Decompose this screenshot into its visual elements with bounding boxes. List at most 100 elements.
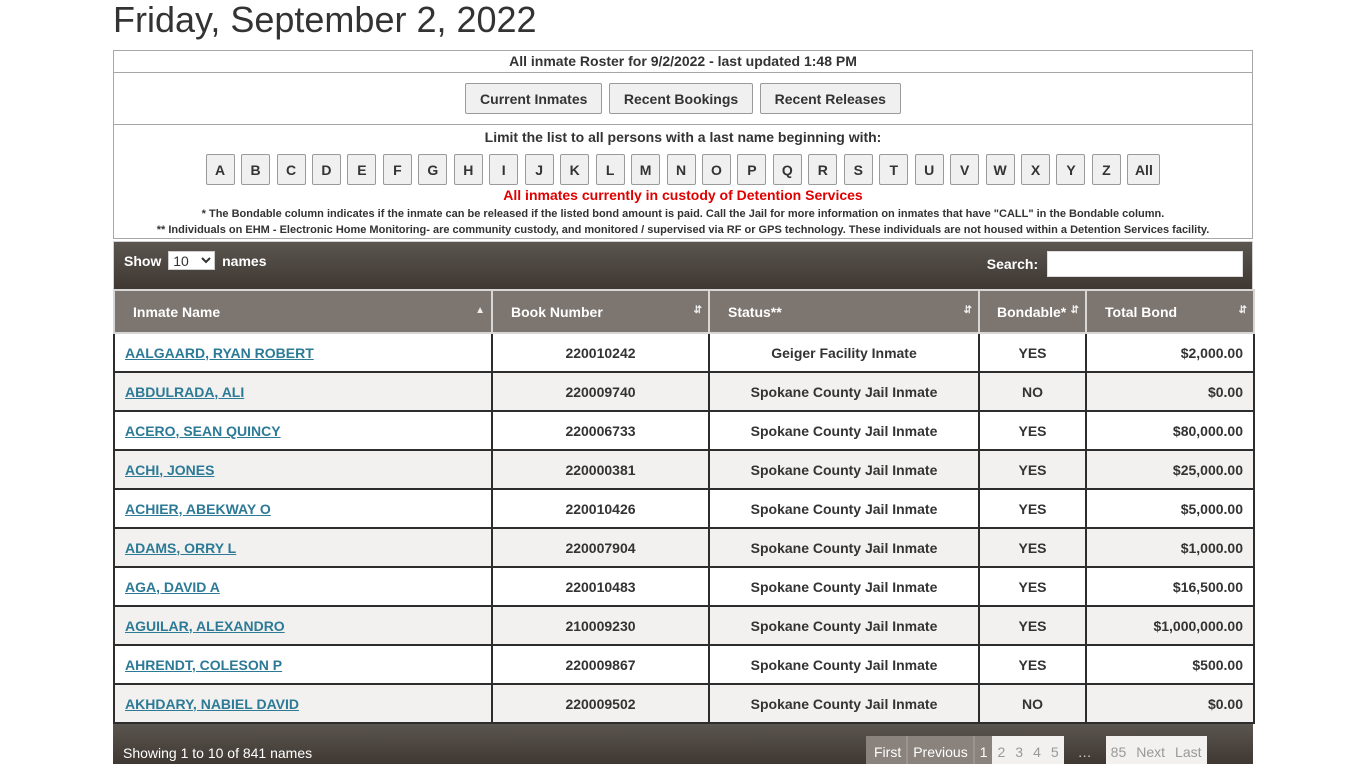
inmate-name-link[interactable]: AHRENDT, COLESON P: [125, 657, 282, 673]
table-row: ABDULRADA, ALI 220009740 Spokane County Ja…: [113, 371, 1255, 412]
pagination-ellipsis: …: [1077, 744, 1092, 760]
book-number-cell: 220009502: [491, 683, 710, 724]
page-button-85[interactable]: 85: [1105, 736, 1132, 764]
page-button-4[interactable]: 4: [1028, 736, 1046, 764]
first-page-button[interactable]: First: [866, 736, 909, 764]
sort-both-icon: ⇵: [1238, 305, 1247, 316]
limit-label: Limit the list to all persons with a las…: [484, 129, 882, 145]
current-inmates-button[interactable]: Current Inmates: [465, 83, 603, 114]
bondable-cell: YES: [978, 527, 1087, 568]
page-size-select[interactable]: 10: [168, 251, 216, 270]
letter-button-v[interactable]: V: [950, 154, 980, 185]
search-label: Search:: [986, 256, 1039, 272]
letter-button-i[interactable]: I: [489, 154, 519, 185]
inmate-name-cell: ACERO, SEAN QUINCY: [113, 410, 493, 451]
table-row: ACHIER, ABEKWAY O 220010426 Spokane County…: [113, 488, 1255, 529]
letter-button-o[interactable]: O: [701, 154, 731, 185]
table-row: AGUILAR, ALEXANDRO 210009230 Spokane Count…: [113, 605, 1255, 646]
inmate-name-cell: ACHIER, ABEKWAY O: [113, 488, 493, 529]
table-toolbar: Show 10 names Search:: [113, 241, 1253, 289]
table-row: AGA, DAVID A 220010483 Spokane County Jail…: [113, 566, 1255, 607]
total-bond-cell: $2,000.00: [1085, 332, 1255, 373]
next-page-button[interactable]: Next: [1131, 736, 1171, 764]
previous-page-button[interactable]: Previous: [908, 736, 975, 764]
recent-bookings-button[interactable]: Recent Bookings: [608, 83, 754, 114]
book-number-cell: 210009230: [491, 605, 710, 646]
table-row: ADAMS, ORRY L 220007904 Spokane County Jai…: [113, 527, 1255, 568]
page-button-5[interactable]: 5: [1045, 736, 1064, 764]
inmate-name-link[interactable]: ABDULRADA, ALI: [125, 384, 244, 400]
page-title: Friday, September 2, 2022: [113, 0, 537, 40]
bondable-cell: YES: [978, 644, 1087, 685]
bondable-cell: YES: [978, 332, 1087, 373]
inmate-name-link[interactable]: AALGAARD, RYAN ROBERT: [125, 345, 314, 361]
inmate-name-cell: ACHI, JONES: [113, 449, 493, 490]
letter-button-w[interactable]: W: [985, 154, 1015, 185]
inmate-name-link[interactable]: ADAMS, ORRY L: [125, 540, 236, 556]
letter-button-y[interactable]: Y: [1056, 154, 1086, 185]
status-cell: Spokane County Jail Inmate: [708, 410, 980, 451]
inmate-name-link[interactable]: AGUILAR, ALEXANDRO: [125, 618, 285, 634]
letter-button-b[interactable]: B: [241, 154, 271, 185]
table-row: AKHDARY, NABIEL DAVID 220009502 Spokane Co…: [113, 683, 1255, 724]
pagination: First Previous 1 2 3 4 5 … 85 Next Last: [866, 736, 1207, 764]
letter-button-n[interactable]: N: [666, 154, 696, 185]
letter-button-f[interactable]: F: [382, 154, 412, 185]
recent-releases-button[interactable]: Recent Releases: [759, 83, 901, 114]
inmate-name-link[interactable]: ACHI, JONES: [125, 462, 214, 478]
letter-button-all[interactable]: All: [1127, 154, 1161, 185]
column-header-total-bond[interactable]: Total Bond ⇵: [1085, 289, 1255, 334]
column-header-inmate-name[interactable]: Inmate Name ▲: [113, 289, 493, 334]
total-bond-cell: $500.00: [1085, 644, 1255, 685]
sort-both-icon: ⇵: [963, 305, 972, 316]
total-bond-cell: $25,000.00: [1085, 449, 1255, 490]
letter-button-r[interactable]: R: [808, 154, 838, 185]
letter-button-d[interactable]: D: [311, 154, 341, 185]
page-button-3[interactable]: 3: [1010, 736, 1029, 764]
letter-button-t[interactable]: T: [879, 154, 909, 185]
inmate-name-link[interactable]: ACERO, SEAN QUINCY: [125, 423, 281, 439]
inmate-name-link[interactable]: AKHDARY, NABIEL DAVID: [125, 696, 299, 712]
inmate-name-cell: ABDULRADA, ALI: [113, 371, 493, 412]
roster-table: Inmate Name ▲ Book Number ⇵ Status** ⇵ B…: [113, 289, 1255, 724]
letter-button-e[interactable]: E: [347, 154, 377, 185]
custody-note: All inmates currently in custody of Dete…: [503, 187, 863, 203]
letter-button-m[interactable]: M: [631, 154, 661, 185]
letter-button-s[interactable]: S: [843, 154, 873, 185]
inmate-name-link[interactable]: ACHIER, ABEKWAY O: [125, 501, 271, 517]
table-row: ACERO, SEAN QUINCY 220006733 Spokane Count…: [113, 410, 1255, 451]
total-bond-cell: $16,500.00: [1085, 566, 1255, 607]
letter-button-k[interactable]: K: [560, 154, 590, 185]
page-button-1[interactable]: 1: [974, 736, 993, 764]
book-number-cell: 220009867: [491, 644, 710, 685]
column-label: Book Number: [511, 303, 603, 320]
roster-header: All inmate Roster for 9/2/2022 - last up…: [114, 51, 1252, 73]
bondable-cell: YES: [978, 410, 1087, 451]
page-button-2[interactable]: 2: [992, 736, 1011, 764]
letter-button-p[interactable]: P: [737, 154, 767, 185]
column-header-status[interactable]: Status** ⇵: [708, 289, 980, 334]
letter-button-z[interactable]: Z: [1091, 154, 1121, 185]
letter-button-c[interactable]: C: [276, 154, 306, 185]
inmate-name-link[interactable]: AGA, DAVID A: [125, 579, 220, 595]
bondable-footnote: * The Bondable column indicates if the i…: [201, 208, 1165, 220]
search-control: Search:: [987, 251, 1243, 277]
book-number-cell: 220009740: [491, 371, 710, 412]
letter-button-x[interactable]: X: [1021, 154, 1051, 185]
letter-button-u[interactable]: U: [914, 154, 944, 185]
letter-button-q[interactable]: Q: [772, 154, 802, 185]
letter-button-l[interactable]: L: [595, 154, 625, 185]
column-header-bondable[interactable]: Bondable* ⇵: [978, 289, 1087, 334]
column-header-book-number[interactable]: Book Number ⇵: [491, 289, 710, 334]
letter-button-g[interactable]: G: [418, 154, 448, 185]
search-input[interactable]: [1047, 251, 1243, 277]
letter-button-a[interactable]: A: [205, 154, 235, 185]
status-cell: Spokane County Jail Inmate: [708, 683, 980, 724]
bondable-cell: YES: [978, 566, 1087, 607]
view-buttons: Current Inmates Recent Bookings Recent R…: [114, 73, 1252, 125]
last-page-button[interactable]: Last: [1170, 736, 1207, 764]
book-number-cell: 220000381: [491, 449, 710, 490]
letter-button-j[interactable]: J: [524, 154, 554, 185]
bondable-cell: YES: [978, 605, 1087, 646]
letter-button-h[interactable]: H: [453, 154, 483, 185]
